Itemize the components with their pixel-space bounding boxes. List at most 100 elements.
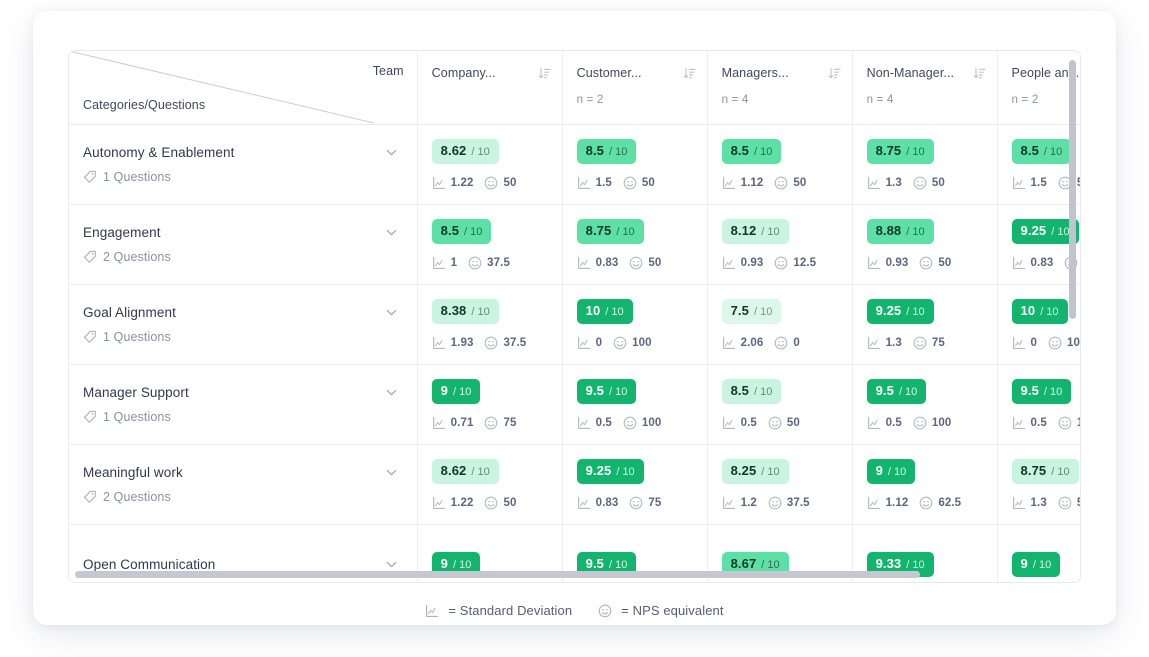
score-cell[interactable]: 7.5 / 10 2.06 0 xyxy=(707,284,853,365)
category-cell[interactable]: Manager Support 1 Questions xyxy=(69,364,418,445)
score-cell[interactable]: 10/ 100100 xyxy=(562,284,708,365)
score-value: 7.5 xyxy=(730,303,749,318)
score-denominator: / 10 xyxy=(906,559,925,572)
category-name: Engagement xyxy=(83,225,161,240)
chevron-down-icon[interactable] xyxy=(384,465,399,480)
score-cell[interactable]: 8.12 / 10 0.93 12.5 xyxy=(707,204,853,285)
score-cell[interactable]: 8.5 / 10 1.12 50 xyxy=(707,124,853,205)
score-cell[interactable]: 9 / 10 0.71 75 xyxy=(417,364,563,445)
score-cell[interactable]: 9 / 10 1.12 62.5 xyxy=(852,444,998,525)
category-cell[interactable]: Meaningful work 2 Questions xyxy=(69,444,418,525)
nps-value: 50 xyxy=(1077,497,1080,509)
score-cell[interactable]: 8.5 / 10 1.5 50 xyxy=(997,124,1080,205)
standard-deviation-value: 0.83 xyxy=(595,257,619,269)
score-cell[interactable]: 8.75 / 10 1.3 50 xyxy=(997,444,1080,525)
nps-value: 50 xyxy=(503,177,517,189)
question-count: 1 Questions xyxy=(103,170,171,184)
score-value: 8.5 xyxy=(440,223,460,238)
score-badge: 10 / 10 xyxy=(1011,299,1068,324)
score-cell[interactable]: 8.38 / 10 1.93 37.5 xyxy=(417,284,563,365)
nps-value: 50 xyxy=(786,417,800,429)
sort-descending-icon[interactable] xyxy=(973,67,986,80)
category-cell[interactable]: Engagement 2 Questions xyxy=(69,204,418,285)
score-cell[interactable]: 8.75 / 10 1.3 50 xyxy=(852,124,998,205)
score-cell[interactable]: 9.5 / 10 0.5 100 xyxy=(852,364,998,445)
score-value: 9.25 xyxy=(1020,223,1047,238)
nps-smiley-icon xyxy=(775,336,788,350)
sort-descending-icon[interactable] xyxy=(538,67,551,80)
score-cell[interactable]: 8.25 / 10 1.2 37.5 xyxy=(707,444,853,525)
column-header-1[interactable]: Company... xyxy=(417,51,563,125)
nps-value: 100 xyxy=(641,417,662,429)
category-name: Manager Support xyxy=(83,385,189,400)
score-cell[interactable]: 8.62 / 10 1.22 50 xyxy=(417,444,563,525)
chevron-down-icon[interactable] xyxy=(384,305,399,320)
score-cell[interactable]: 10/ 100100 xyxy=(997,284,1080,365)
nps-value: 50 xyxy=(931,177,945,189)
cell-metrics: 0.5 50 xyxy=(722,416,852,430)
chevron-down-icon[interactable] xyxy=(384,557,399,572)
column-header-4[interactable]: Non-Manager... n = 4 xyxy=(852,51,998,125)
score-cell[interactable]: 9.5 / 10 0.5 100 xyxy=(997,364,1080,445)
score-value: 9.25 xyxy=(875,303,902,318)
score-value: 9.33 xyxy=(875,556,902,572)
standard-deviation-value: 0.71 xyxy=(450,417,474,429)
scores-table: Team Categories/Questions Company... Cust… xyxy=(69,51,1080,582)
vertical-scrollbar[interactable] xyxy=(1069,56,1076,571)
sort-descending-icon[interactable] xyxy=(683,67,696,80)
nps-value: 100 xyxy=(1077,417,1080,429)
horizontal-scrollbar[interactable] xyxy=(75,571,1075,578)
standard-deviation-icon xyxy=(1012,176,1025,189)
cell-metrics: 1.12 62.5 xyxy=(867,496,997,510)
nps-smiley-icon xyxy=(623,416,637,430)
score-cell[interactable]: 8.5/ 10 1 37.5 xyxy=(417,204,563,285)
score-denominator: / 10 xyxy=(453,559,472,572)
score-badge: 8.5 / 10 xyxy=(721,379,782,404)
standard-deviation-value: 0.5 xyxy=(885,417,902,429)
sort-descending-icon[interactable] xyxy=(828,67,841,80)
cell-metrics: 1.22 50 xyxy=(432,176,562,190)
score-cell[interactable]: 8.88 / 10 0.93 50 xyxy=(852,204,998,285)
chevron-down-icon[interactable] xyxy=(384,225,399,240)
score-cell[interactable]: 9.5 / 10 0.5 100 xyxy=(562,364,708,445)
cell-metrics: 2.06 0 xyxy=(722,336,852,350)
vertical-scrollbar-thumb[interactable] xyxy=(1069,60,1076,319)
category-cell[interactable]: Goal Alignment 1 Questions xyxy=(69,284,418,365)
score-cell[interactable]: 8.5 / 10 1.5 50 xyxy=(562,124,708,205)
score-cell[interactable]: 8.5 / 10 0.5 50 xyxy=(707,364,853,445)
score-cell[interactable]: 8.62 / 10 1.22 50 xyxy=(417,124,563,205)
score-cell[interactable]: 9.25/ 100.8375 xyxy=(562,444,708,525)
nps-value: 50 xyxy=(938,257,952,269)
standard-deviation-value: 1.2 xyxy=(740,497,757,509)
legend-label: = NPS equivalent xyxy=(621,603,724,618)
table-scroll-area[interactable]: Team Categories/Questions Company... Cust… xyxy=(69,51,1080,582)
column-header-5[interactable]: People and... n = 2 xyxy=(997,51,1080,125)
category-cell[interactable]: Autonomy & Enablement 1 Questions xyxy=(69,124,418,205)
chevron-down-icon[interactable] xyxy=(384,385,399,400)
standard-deviation-value: 1.12 xyxy=(740,177,764,189)
cell-metrics: 1 37.5 xyxy=(432,256,562,270)
score-denominator: / 10 xyxy=(609,386,628,398)
nps-value: 62.5 xyxy=(938,497,962,509)
score-value: 9 xyxy=(440,556,448,572)
nps-smiley-icon xyxy=(775,176,788,190)
cell-metrics: 1.22 50 xyxy=(432,496,562,510)
column-header-2[interactable]: Customer... n = 2 xyxy=(562,51,708,125)
score-cell[interactable]: 9.25 / 10 1.3 75 xyxy=(852,284,998,365)
nps-smiley-icon xyxy=(485,416,498,430)
chevron-down-icon[interactable] xyxy=(384,145,399,160)
score-denominator: / 10 xyxy=(906,146,925,158)
standard-deviation-value: 0.93 xyxy=(885,257,909,269)
horizontal-scrollbar-thumb[interactable] xyxy=(75,571,920,578)
score-cell[interactable]: 9.25/ 100.8375 xyxy=(997,204,1080,285)
standard-deviation-icon xyxy=(722,336,735,349)
score-badge: 8.75 / 10 xyxy=(576,219,644,244)
nps-smiley-icon xyxy=(468,256,482,270)
table-row: Autonomy & Enablement 1 Questions 8.62 / 10… xyxy=(69,124,1080,205)
score-denominator: / 10 xyxy=(1051,466,1070,478)
column-header-3[interactable]: Managers... n = 4 xyxy=(707,51,853,125)
scores-table-panel: Team Categories/Questions Company... Cust… xyxy=(68,50,1081,583)
score-badge: 8.25 / 10 xyxy=(721,459,789,484)
score-cell[interactable]: 8.75 / 10 0.83 50 xyxy=(562,204,708,285)
table-body: Autonomy & Enablement 1 Questions 8.62 / 10… xyxy=(69,124,1080,582)
